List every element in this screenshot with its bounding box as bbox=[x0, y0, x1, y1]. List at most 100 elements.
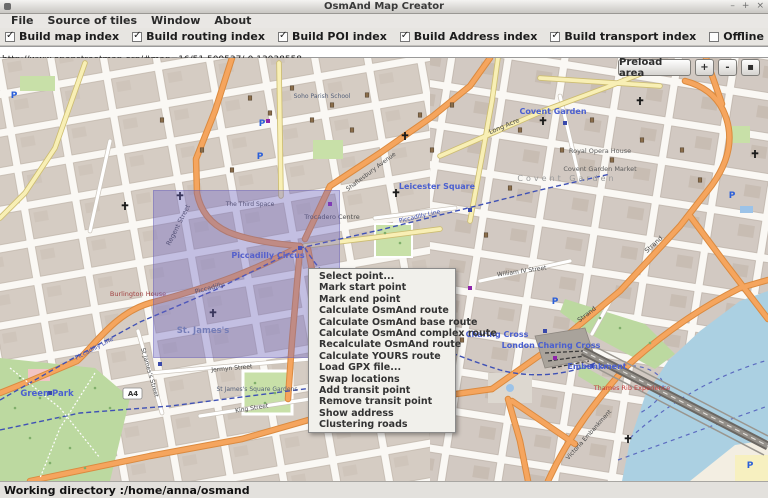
theatre-icon bbox=[468, 286, 472, 290]
checkmark-icon: ✓ bbox=[133, 30, 141, 41]
checkbox-offline-rendering[interactable]: Offline Rendering bbox=[709, 30, 768, 43]
map-buttons: Preload area + - ▪ bbox=[618, 59, 760, 76]
pub-icon bbox=[610, 158, 614, 162]
map-label: Leicester Square bbox=[399, 182, 476, 191]
context-menu-item-show-address[interactable]: Show address bbox=[309, 408, 455, 419]
map-label: London Charing Cross bbox=[502, 341, 601, 350]
context-menu-item-load-gpx-file[interactable]: Load GPX file... bbox=[309, 362, 455, 373]
preload-area-button[interactable]: Preload area bbox=[618, 59, 691, 76]
context-menu-item-remove-transit-point[interactable]: Remove transit point bbox=[309, 396, 455, 407]
pub-icon bbox=[365, 93, 369, 97]
menu-bar: FileSource of tilesWindowAbout bbox=[0, 14, 768, 28]
map-label: Covent Garden Market bbox=[563, 165, 637, 173]
pub-icon bbox=[698, 178, 702, 182]
pub-icon bbox=[640, 138, 644, 142]
pub-icon bbox=[560, 148, 564, 152]
pub-icon bbox=[418, 113, 422, 117]
checkbox-label: Build POI index bbox=[292, 30, 387, 43]
context-menu-item-recalculate-osmand-route[interactable]: Recalculate OsmAnd route bbox=[309, 339, 455, 350]
url-bar bbox=[0, 46, 768, 58]
tree-icon bbox=[384, 232, 387, 235]
checkmark-icon: ✓ bbox=[6, 30, 14, 41]
tree-icon bbox=[619, 327, 622, 330]
context-menu-item-swap-locations[interactable]: Swap locations bbox=[309, 374, 455, 385]
pub-icon bbox=[518, 128, 522, 132]
route-badge: A4 bbox=[128, 390, 138, 398]
tree-icon bbox=[59, 417, 62, 420]
map-label: Green Park bbox=[20, 389, 74, 399]
parking-icon: P bbox=[11, 91, 18, 101]
tree-icon bbox=[109, 407, 112, 410]
context-menu-item-calculate-osmand-base-route[interactable]: Calculate OsmAnd base route bbox=[309, 317, 455, 328]
map-label: St James's Square Gardens bbox=[216, 386, 297, 393]
checkbox-build-routing-index[interactable]: ✓ Build routing index bbox=[132, 30, 265, 43]
checked-checkbox-icon[interactable]: ✓ bbox=[132, 32, 142, 42]
context-menu-item-mark-start-point[interactable]: Mark start point bbox=[309, 282, 455, 293]
pub-icon bbox=[680, 148, 684, 152]
context-menu-item-mark-end-point[interactable]: Mark end point bbox=[309, 294, 455, 305]
menu-about[interactable]: About bbox=[207, 14, 258, 28]
checkbox-build-address-index[interactable]: ✓ Build Address index bbox=[400, 30, 538, 43]
checked-checkbox-icon[interactable]: ✓ bbox=[5, 32, 15, 42]
map-label: Embankment bbox=[567, 362, 626, 371]
context-menu-item-calculate-osmand-route[interactable]: Calculate OsmAnd route bbox=[309, 305, 455, 316]
zoom-in-button[interactable]: + bbox=[695, 59, 714, 76]
parking-icon: P bbox=[729, 191, 736, 201]
close-button[interactable]: × bbox=[756, 0, 764, 13]
checkbox-build-transport-index[interactable]: ✓ Build transport index bbox=[550, 30, 696, 43]
pub-icon bbox=[350, 128, 354, 132]
window-controls: – + × bbox=[730, 0, 764, 13]
checkbox-build-poi-index[interactable]: ✓ Build POI index bbox=[278, 30, 387, 43]
checkmark-icon: ✓ bbox=[401, 30, 409, 41]
maximize-button[interactable]: + bbox=[742, 0, 750, 13]
status-text: Working directory :/home/anna/osmand bbox=[4, 484, 250, 497]
checkbox-label: Build map index bbox=[19, 30, 119, 43]
tree-icon bbox=[19, 377, 22, 380]
parking-icon: P bbox=[552, 297, 559, 307]
map-option-button[interactable]: ▪ bbox=[741, 59, 760, 76]
context-menu-item-clustering-roads[interactable]: Clustering roads bbox=[309, 419, 455, 430]
pub-icon bbox=[430, 148, 434, 152]
checked-checkbox-icon[interactable]: ✓ bbox=[550, 32, 560, 42]
tree-icon bbox=[29, 437, 32, 440]
pub-icon bbox=[450, 103, 454, 107]
minimize-button[interactable]: – bbox=[730, 0, 735, 13]
tree-icon bbox=[84, 467, 87, 470]
map-label: Thames Rib Experience bbox=[593, 384, 671, 392]
checkmark-icon: ✓ bbox=[551, 30, 559, 41]
checkbox-build-map-index[interactable]: ✓ Build map index bbox=[5, 30, 119, 43]
menu-file[interactable]: File bbox=[4, 14, 41, 28]
map-label: Covent Garden bbox=[517, 174, 616, 183]
map-context-menu: Select point...Mark start pointMark end … bbox=[308, 268, 456, 433]
context-menu-item-add-transit-point[interactable]: Add transit point bbox=[309, 385, 455, 396]
tube-station-icon bbox=[158, 362, 162, 366]
map-label: Soho Parish School bbox=[294, 93, 351, 100]
map-label: Royal Opera House bbox=[569, 147, 631, 155]
checkbox-label: Build Address index bbox=[414, 30, 538, 43]
pub-icon bbox=[230, 168, 234, 172]
checkbox-label: Build transport index bbox=[564, 30, 696, 43]
theatre-icon bbox=[553, 356, 557, 360]
status-bar: Working directory :/home/anna/osmand bbox=[0, 481, 768, 498]
checkmark-icon: ✓ bbox=[279, 30, 287, 41]
parking-icon: P bbox=[257, 152, 264, 162]
pub-icon bbox=[200, 148, 204, 152]
pub-icon bbox=[310, 118, 314, 122]
parking-icon: P bbox=[259, 119, 266, 129]
checkbox-label: Build routing index bbox=[146, 30, 265, 43]
menu-window[interactable]: Window bbox=[144, 14, 207, 28]
unchecked-checkbox-icon[interactable] bbox=[709, 32, 719, 42]
pub-icon bbox=[484, 233, 488, 237]
tree-icon bbox=[649, 342, 652, 345]
zoom-out-button[interactable]: - bbox=[718, 59, 737, 76]
pub-icon bbox=[248, 96, 252, 100]
context-menu-item-calculate-yours-route[interactable]: Calculate YOURS route bbox=[309, 351, 455, 362]
tube-station-icon bbox=[543, 329, 547, 333]
tree-icon bbox=[399, 242, 402, 245]
pub-icon bbox=[330, 103, 334, 107]
menu-source-of-tiles[interactable]: Source of tiles bbox=[41, 14, 145, 28]
context-menu-item-select-point[interactable]: Select point... bbox=[309, 271, 455, 282]
context-menu-item-calculate-osmand-complex-route[interactable]: Calculate OsmAnd complex route bbox=[309, 328, 455, 339]
checked-checkbox-icon[interactable]: ✓ bbox=[400, 32, 410, 42]
checked-checkbox-icon[interactable]: ✓ bbox=[278, 32, 288, 42]
